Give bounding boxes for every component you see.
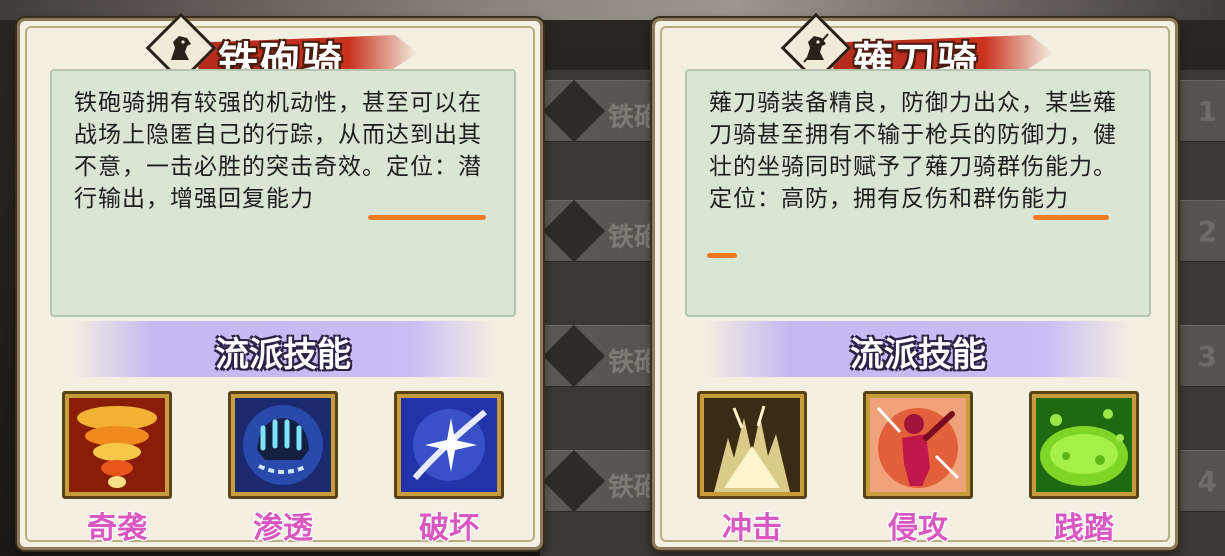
skill-name: 渗透 — [253, 511, 313, 546]
skill-item[interactable]: 践踏 — [1029, 391, 1139, 546]
skill-item[interactable]: 侵攻 — [863, 391, 973, 546]
horse-emblem-icon — [542, 199, 606, 263]
skill-name: 破坏 — [419, 511, 479, 546]
skill-icon-frame[interactable] — [1029, 391, 1139, 499]
skills-header-label: 流派技能 — [850, 335, 986, 375]
description-box: 薙刀骑装备精良，防御力出众，某些薙刀骑甚至拥有不输于枪兵的防御力，健壮的坐骑同时… — [685, 69, 1151, 317]
skill-name: 奇袭 — [87, 511, 147, 546]
annotation-underline — [1033, 215, 1109, 220]
sparkle-slash-icon — [401, 398, 497, 492]
lightning-burst-icon — [704, 398, 800, 492]
skill-item[interactable]: 破坏 — [394, 391, 504, 546]
description-box: 铁砲骑拥有较强的机动性，甚至可以在战场上隐匿自己的行踪，从而达到出其不意，一击必… — [50, 69, 516, 317]
unit-description: 铁砲骑拥有较强的机动性，甚至可以在战场上隐匿自己的行踪，从而达到出其不意，一击必… — [74, 90, 482, 212]
skill-item[interactable]: 奇袭 — [62, 391, 172, 546]
red-warrior-icon — [870, 398, 966, 492]
horse-emblem-icon — [542, 79, 606, 143]
skill-item[interactable]: 渗透 — [228, 391, 338, 546]
background-row-number: 1 — [1197, 95, 1217, 128]
skill-name: 践踏 — [1054, 511, 1114, 546]
skills-header: 流派技能 — [70, 321, 496, 377]
unit-card-naginata-cavalry: 薙刀骑 薙刀骑装备精良，防御力出众，某些薙刀骑甚至拥有不输于枪兵的防御力，健壮的… — [652, 12, 1178, 550]
background-row-number: 2 — [1197, 215, 1217, 248]
skill-name: 冲击 — [722, 511, 782, 546]
unit-description: 薙刀骑装备精良，防御力出众，某些薙刀骑甚至拥有不输于枪兵的防御力，健壮的坐骑同时… — [709, 90, 1117, 212]
skills-header-label: 流派技能 — [215, 335, 351, 375]
skill-icon-frame[interactable] — [228, 391, 338, 499]
horse-emblem-icon — [542, 449, 606, 513]
horse-head-icon — [803, 33, 829, 63]
chained-fist-icon — [235, 398, 331, 492]
skill-name: 侵攻 — [888, 511, 948, 546]
skill-icon-frame[interactable] — [394, 391, 504, 499]
background-row-number: 3 — [1197, 340, 1217, 373]
skill-icon-frame[interactable] — [863, 391, 973, 499]
skill-icon-frame[interactable] — [697, 391, 807, 499]
annotation-underline — [368, 215, 486, 220]
background-row-number: 4 — [1197, 465, 1217, 498]
skill-item[interactable]: 冲击 — [697, 391, 807, 546]
skills-header: 流派技能 — [705, 321, 1131, 377]
horse-emblem-icon — [542, 324, 606, 388]
horse-head-icon — [171, 36, 191, 60]
unit-card-teppo-cavalry: 铁砲骑 铁砲骑拥有较强的机动性，甚至可以在战场上隐匿自己的行踪，从而达到出其不意… — [17, 12, 543, 550]
flame-vortex-icon — [69, 398, 165, 492]
green-slime-icon — [1036, 398, 1132, 492]
skill-icon-frame[interactable] — [62, 391, 172, 499]
annotation-underline — [707, 253, 737, 258]
